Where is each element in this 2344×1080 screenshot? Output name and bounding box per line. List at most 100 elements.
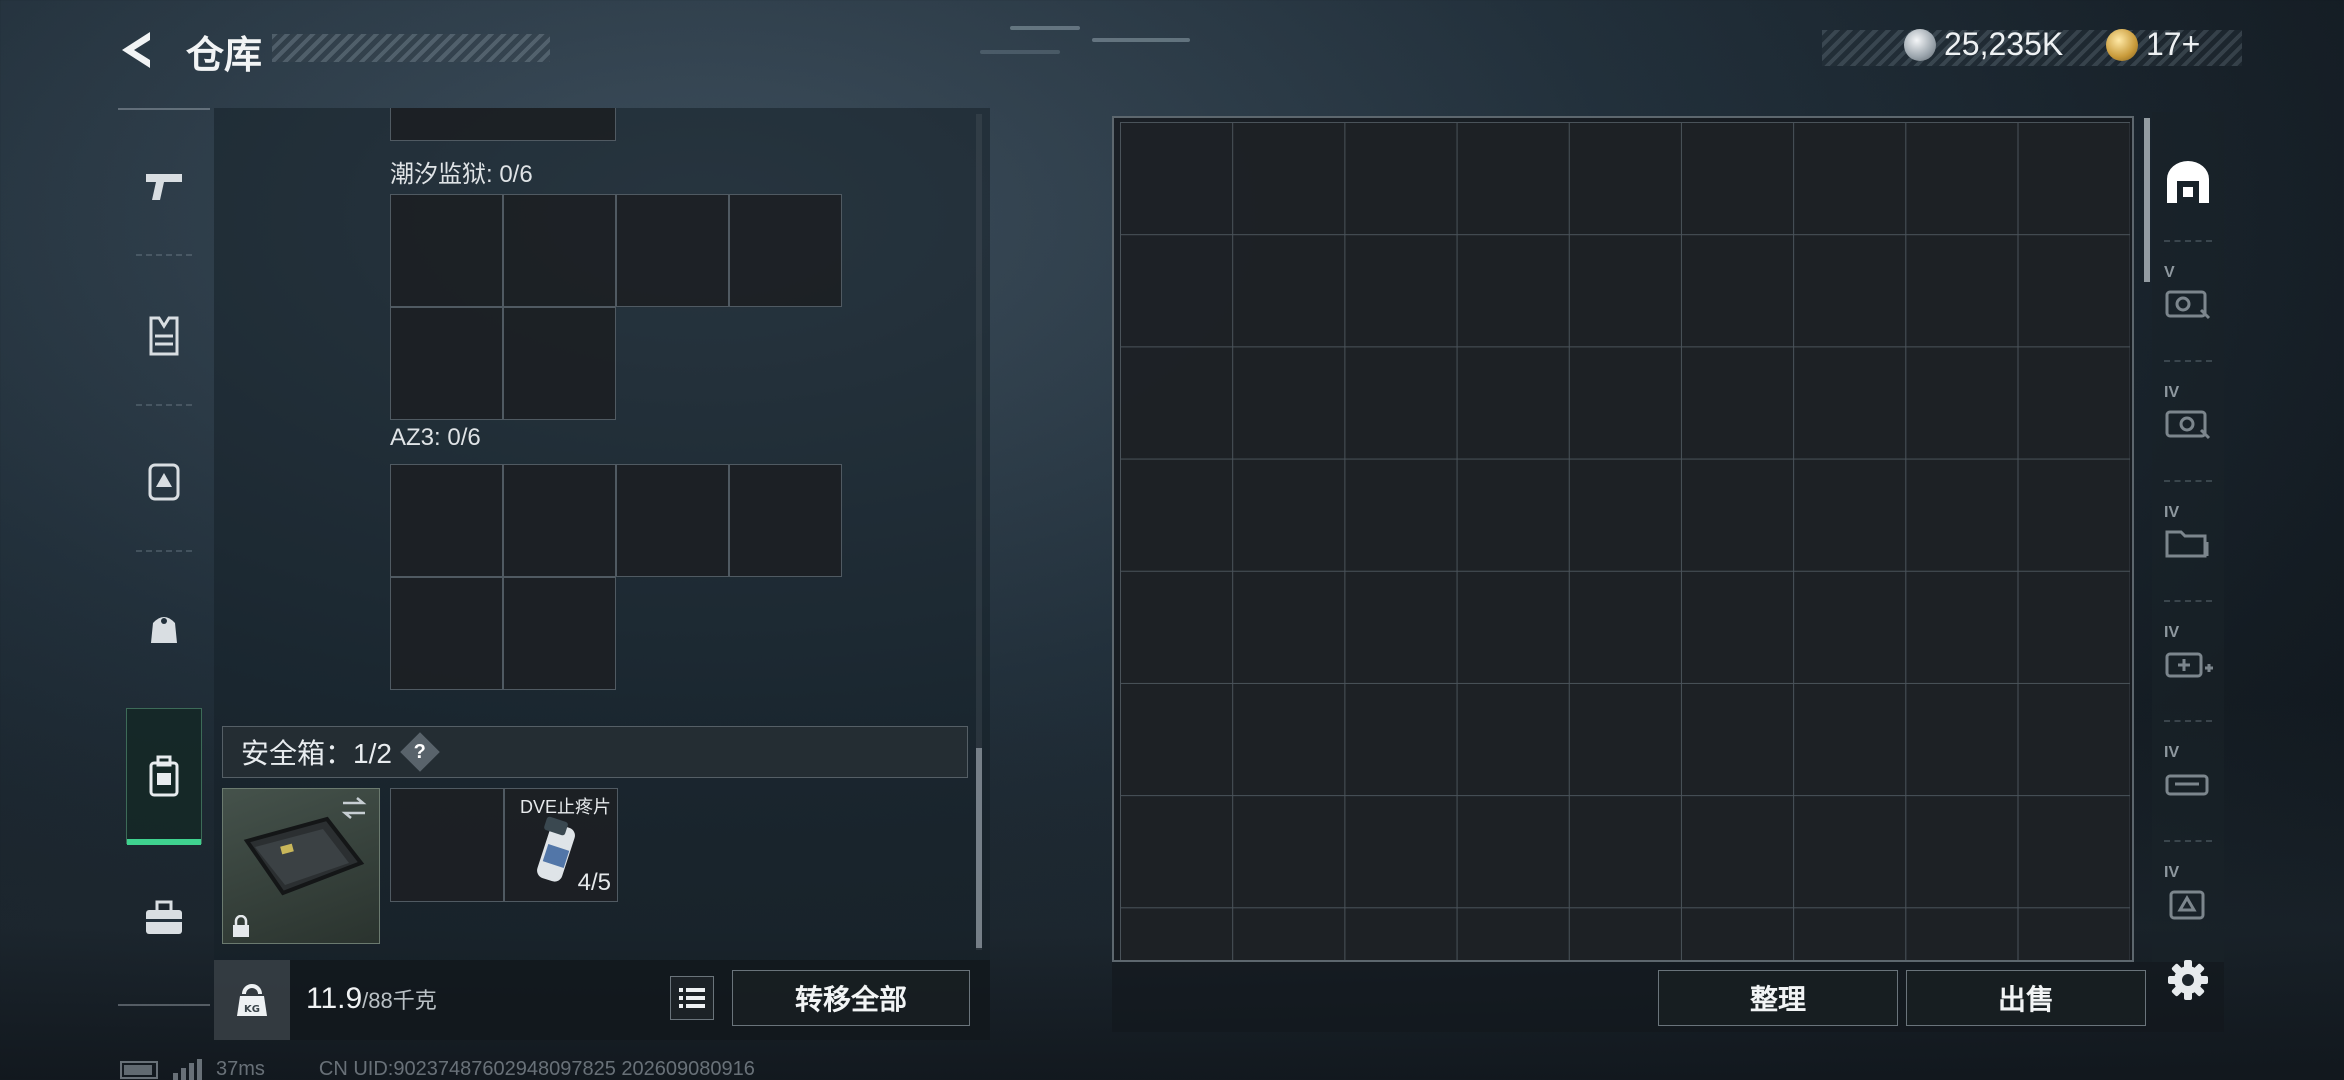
tier-label: IV: [2164, 744, 2180, 761]
item-painkiller[interactable]: DVE止疼片 4/5: [504, 788, 618, 902]
silver-coin-icon: [1904, 28, 1936, 61]
uid-readout: CN UID:90237487602948097825 202609080916: [318, 1058, 755, 1080]
silver-currency[interactable]: 25,235K: [1904, 26, 2063, 63]
safe-box-label: 安全箱：1/2: [241, 738, 392, 769]
camera-case-icon: [2165, 290, 2211, 320]
nav-divider: [136, 254, 192, 256]
rnav-item-case-iv-e[interactable]: IV: [2158, 852, 2218, 952]
vest-icon: [149, 316, 179, 356]
swap-icon[interactable]: [339, 795, 369, 821]
title-decor: [272, 34, 550, 62]
tier-label: IV: [2164, 384, 2180, 401]
nav-item-pouch[interactable]: [128, 578, 200, 678]
warehouse-icon: [2167, 161, 2209, 203]
silver-amount: 25,235K: [1944, 26, 2064, 62]
painkiller-bottle-icon: [537, 816, 575, 882]
left-nav: [118, 108, 210, 1006]
rnav-item-case-iv-c[interactable]: IV: [2158, 612, 2218, 712]
nav-item-safe-case[interactable]: [126, 708, 202, 845]
container-scroll-area[interactable]: 潮汐监狱: 0/6 AZ3: 0/6: [214, 108, 990, 722]
ceiling-light: [980, 50, 1060, 54]
ping-readout: 37ms: [216, 1058, 265, 1080]
ceiling-light: [1092, 38, 1190, 42]
rnav-divider: [2164, 360, 2212, 362]
sort-button[interactable]: 整理: [1658, 970, 1898, 1026]
slot-cell[interactable]: [616, 464, 729, 577]
folder-case-icon: [2165, 530, 2209, 558]
stash-grid-cells[interactable]: [1120, 122, 2130, 960]
gun-case-icon: [2165, 774, 2209, 796]
kettlebell-icon: KG: [237, 984, 267, 1016]
slot-label: 潮汐监狱: 0/6: [390, 161, 533, 188]
rnav-item-case-iv-b[interactable]: IV: [2158, 492, 2218, 592]
camera-case-icon: [2165, 410, 2211, 440]
gold-coin-icon: [2106, 28, 2138, 61]
battery-icon: [120, 1060, 158, 1079]
sell-button[interactable]: 出售: [1906, 970, 2146, 1026]
slot-cell[interactable]: [390, 577, 503, 690]
help-icon: ?: [413, 740, 427, 763]
rnav-item-warehouse[interactable]: [2158, 132, 2218, 232]
slot-cell[interactable]: [390, 464, 503, 577]
nav-bottom-line: [118, 1004, 210, 1006]
transfer-all-button[interactable]: 转移全部: [732, 970, 970, 1026]
kg-label: KG: [244, 1004, 260, 1015]
safe-box-item[interactable]: [222, 788, 380, 944]
slot-cell[interactable]: [729, 464, 842, 577]
stash-grid[interactable]: [1112, 116, 2134, 962]
gold-currency[interactable]: 17+: [2106, 26, 2200, 63]
rnav-item-case-iv-d[interactable]: IV: [2158, 732, 2218, 832]
slot-cell[interactable]: [390, 194, 503, 307]
nav-item-weapon[interactable]: [128, 136, 200, 236]
lock-icon: [233, 915, 249, 937]
tier-label: IV: [2164, 504, 2180, 521]
stash-scrollbar-thumb[interactable]: [2144, 118, 2150, 282]
slot-cell[interactable]: [729, 194, 842, 307]
nav-divider: [136, 550, 192, 552]
weight-current: 11.9: [306, 982, 363, 1015]
nav-item-vest[interactable]: [128, 286, 200, 386]
slot-cell[interactable]: [503, 194, 616, 307]
medkit-case-icon: [2165, 652, 2213, 678]
rnav-divider: [2164, 840, 2212, 842]
slot-cell[interactable]: [503, 577, 616, 690]
status-line: 37ms CN UID:90237487602948097825 2026090…: [120, 1058, 755, 1080]
settings-button[interactable]: [2162, 954, 2214, 1006]
rnav-divider: [2164, 720, 2212, 722]
gold-amount: 17+: [2146, 26, 2201, 62]
pistol-icon: [146, 174, 182, 200]
toolbox-icon: [146, 900, 182, 934]
container-scrollbar-thumb[interactable]: [976, 748, 982, 948]
help-button[interactable]: ?: [400, 732, 440, 772]
backpack-case-icon: [2169, 890, 2205, 920]
tier-label: V: [2164, 264, 2175, 281]
weight-readout: 11.9/88千克: [306, 982, 437, 1016]
nav-item-toolbox[interactable]: [128, 868, 200, 968]
slot-cell[interactable]: [390, 307, 503, 420]
rnav-divider: [2164, 480, 2212, 482]
safe-slot-empty[interactable]: [390, 788, 504, 902]
slot-cell[interactable]: [390, 108, 616, 141]
slot-cell[interactable]: [503, 307, 616, 420]
slot-cell[interactable]: [503, 464, 616, 577]
slot-label: AZ3: 0/6: [390, 424, 481, 451]
rnav-divider: [2164, 600, 2212, 602]
nav-divider: [136, 404, 192, 406]
pouch-icon: [151, 617, 177, 643]
slot-cell[interactable]: [616, 194, 729, 307]
back-button[interactable]: [112, 24, 164, 76]
tier-label: IV: [2164, 624, 2180, 641]
list-icon: [679, 988, 705, 1008]
weight-bar: KG 11.9/88千克 转移全部: [214, 960, 990, 1040]
tier-label: IV: [2164, 864, 2180, 881]
safe-box-header: 安全箱：1/2 ?: [222, 726, 968, 778]
container-panel: 潮汐监狱: 0/6 AZ3: 0/6 安全箱：1/2 ? DVE止疼片 4/5 …: [214, 108, 990, 1040]
list-view-button[interactable]: [670, 976, 714, 1020]
rnav-item-case-iv-a[interactable]: IV: [2158, 372, 2218, 472]
weight-icon-box: KG: [214, 960, 290, 1040]
rnav-item-case-v[interactable]: V: [2158, 252, 2218, 352]
gear-icon: [2168, 960, 2208, 1000]
ceiling-light: [1010, 26, 1080, 30]
item-count: 4/5: [577, 869, 611, 896]
nav-item-backpack[interactable]: [128, 430, 200, 530]
